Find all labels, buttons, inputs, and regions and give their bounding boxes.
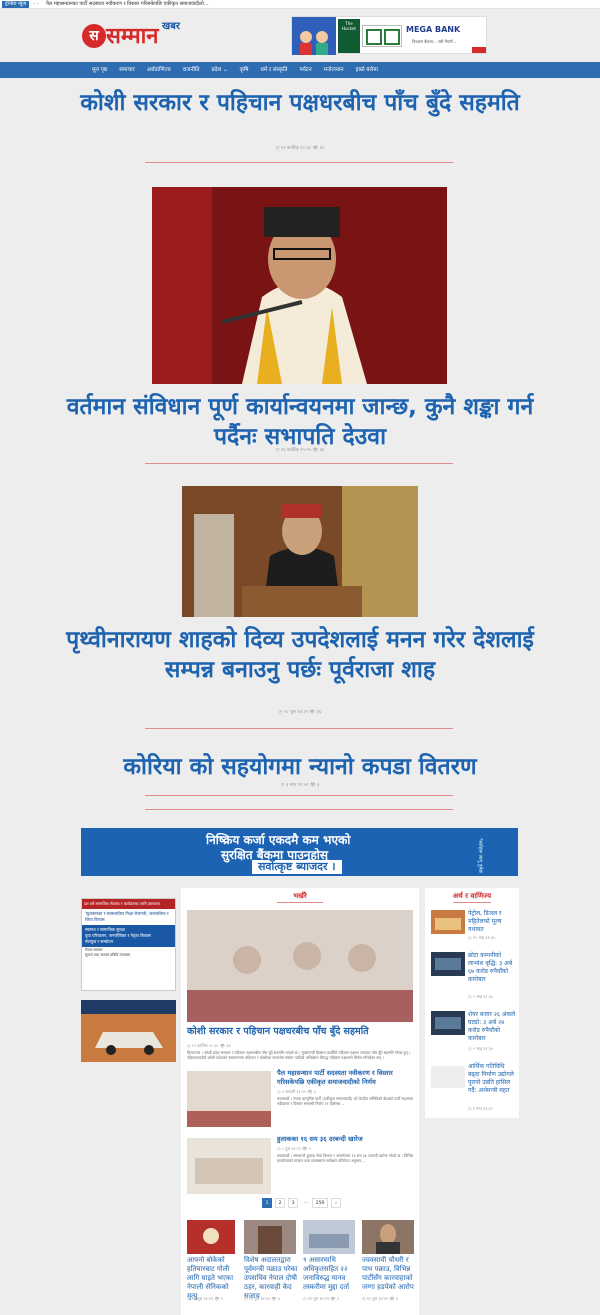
divider (145, 728, 453, 729)
latest-item-excerpt: काठमाडौं । नेपाल कम्युनिष्ट पार्टी (एकीक… (277, 1096, 413, 1106)
latest-feature-excerpt: विराटनगर । कोशी प्रदेश सरकार र पहिचान पक… (187, 1050, 411, 1060)
latest-feature-meta: ◷ २२ कार्तिक १८:४८ 👁 ३४ (187, 1043, 231, 1048)
business-meta: ◷ ५ भाद्र १२:३० (468, 994, 494, 999)
latest-item-title[interactable]: पैल महासन्धान पार्टी सदस्यता नवीकरण र वि… (277, 1069, 413, 1086)
latest-item-image[interactable] (187, 1071, 271, 1127)
logo-name: सम्मान (106, 24, 159, 49)
side-ad-point-3: सेलफुड र सम्बोधन (85, 939, 114, 944)
nav-item-4[interactable]: राजनीति (177, 62, 206, 78)
card-image[interactable] (187, 1220, 235, 1254)
ticker-bar: ट्रेन्डिङ न्युज ‹ › पैल महासन्धानका पार्… (0, 0, 600, 9)
nav-item-5[interactable]: प्रदेश ⌄ (205, 62, 233, 78)
business-title[interactable]: शेयर बजार २६ अंकले घट्यो: ३ अर्ब २४ करोड… (468, 1011, 516, 1043)
page-2-button[interactable]: 2 (275, 1198, 285, 1208)
page-ellipsis: ... (303, 1200, 309, 1205)
card-title[interactable]: ज्ववसायी चौधरी र पाथ पक्राउ, विभिन्न पार… (362, 1256, 416, 1292)
page-1-button[interactable]: 1 (262, 1198, 272, 1208)
business-title[interactable]: छोटा कम्पनीको लाभांश बृद्धि: ३ अर्ब ६७ क… (468, 952, 516, 984)
ad-children-image (292, 17, 336, 55)
article-title-2[interactable]: वर्तमान संविधान पूर्ण कार्यान्वयनमा जान्… (60, 392, 540, 452)
main-nav: मूल पृष्ठ समाचार अर्थवाणिज्य राजनीति प्रदेश … (0, 62, 600, 78)
nav-item-7[interactable]: धर्म र संस्कृति (254, 62, 293, 78)
nepal-flag-icon (472, 47, 486, 53)
business-image[interactable] (431, 1066, 465, 1088)
divider (145, 162, 453, 163)
card-title[interactable]: विशेष अदालतद्वारा पूर्वमन्त्री पक्राउ पर… (244, 1256, 298, 1301)
latest-item-meta: ◷ १ जनवरी ११:२५ 👁 ३ (277, 1089, 316, 1094)
nav-item-6[interactable]: कृषि (234, 62, 255, 78)
divider (145, 463, 453, 464)
article-image-2[interactable] (152, 187, 447, 384)
business-image[interactable] (431, 952, 465, 976)
ad-badge: The Hucket (338, 19, 360, 53)
card-title[interactable]: ९ असारमाथि अधिकृतसहित २२ जनाविरुद्ध मानव… (303, 1256, 357, 1292)
side-ad-government[interactable]: दश वर्षे सामाजिक सेवाका र कार्यक्रमका ला… (81, 898, 176, 991)
card-image[interactable] (362, 1220, 414, 1254)
divider (145, 795, 453, 796)
latest-item-meta: ◷ ८ पुस १४:२२ 👁 २ (277, 1146, 311, 1151)
business-meta: ◷ १९ भाद्र ११:३५ (468, 935, 496, 940)
business-meta: ◷ १ माघ ११:१२ (468, 1106, 493, 1111)
nav-item-10[interactable]: हाम्रो बारेमा (350, 62, 384, 78)
card-image[interactable] (244, 1220, 296, 1254)
business-title[interactable]: आर्थिक गतिविधि बढ्दा निर्माण उद्योगले पु… (468, 1063, 516, 1095)
nav-item-1[interactable]: मूल पृष्ठ (86, 62, 113, 78)
business-image[interactable] (431, 910, 465, 934)
divider (145, 809, 453, 810)
nav-item-3[interactable]: अर्थवाणिज्य (141, 62, 177, 78)
logo-sub: खबर (162, 21, 180, 32)
business-heading: अर्थ र वाणिज्य (452, 892, 492, 900)
card-meta: ◷ ११ पुस १४:१९ 👁 २ (187, 1296, 223, 1301)
page-3-button[interactable]: 3 (288, 1198, 298, 1208)
ad-bank-name: MEGA BANK (406, 25, 461, 34)
side-ad-car[interactable] (81, 1000, 176, 1062)
business-title[interactable]: पेट्रोल, डिजल र मट्टितेलको मूल्य यथावत (468, 910, 516, 934)
article-title-1[interactable]: कोशी सरकार र पहिचान पक्षधरबीच पाँच बुँदे… (60, 88, 540, 118)
latest-item-image[interactable] (187, 1138, 271, 1194)
ticker-arrows[interactable]: ‹ › (33, 0, 39, 9)
article-meta-2: ◷ २६ कार्तिक १५:२५ 👁 ३६ (275, 448, 325, 453)
side-ad-bottom: नेपाल सरकार सूचना तथा सञ्चार प्रविधि मन्… (85, 948, 131, 957)
wide-bank-ad[interactable]: निष्क्रिय कर्जा एकदमै कम भएको सुरक्षित ब… (81, 828, 518, 876)
latest-item-excerpt: काठमाडौं । सरकारले हुलाक सेवा विभाग र अन… (277, 1153, 413, 1163)
card-meta: ◷ ११ पुस १४:१९ 👁 ३ (362, 1296, 398, 1301)
ticker-label: ट्रेन्डिङ न्युज (2, 1, 30, 8)
logo-mark-icon: स (82, 24, 106, 48)
ticker-headline[interactable]: पैल महासन्धानका पार्टी सदस्यता नवीकरण र … (46, 0, 209, 9)
nav-item-2[interactable]: समाचार (113, 62, 141, 78)
wide-ad-note: *सर्तहरू लागू हुनेछ (477, 838, 483, 873)
latest-feature-title[interactable]: कोशी सरकार र पहिचान पक्षधरबीच पाँच बुँदे… (187, 1026, 413, 1038)
latest-feature-image[interactable] (187, 910, 413, 1022)
wide-ad-line-3: सर्वोत्कृष्ट ब्याजदर । (252, 860, 342, 874)
ad-qr-box (362, 25, 402, 47)
page-next-button[interactable]: › (331, 1198, 341, 1208)
article-title-4[interactable]: कोरिया को सहयोगमा न्यानो कपडा वितरण (60, 752, 540, 782)
article-meta-1: ◷ २२ कार्तिक १८:४८ 👁 ३५ (275, 146, 325, 151)
business-meta: ◷ ५ भाद्र १२:३० (468, 1046, 494, 1051)
site-logo[interactable]: स सम्मान खबर (82, 18, 192, 54)
latest-item-title[interactable]: हुलाकका १६ सय ३६ दरबन्दी खारेज (277, 1135, 413, 1144)
card-image[interactable] (303, 1220, 355, 1254)
page-last-button[interactable]: 259 (312, 1198, 328, 1208)
business-image[interactable] (431, 1011, 465, 1035)
nav-item-8[interactable]: पर्यटन (294, 62, 318, 78)
ad-bank-slogan: विश्वास बैंकमा... सधैं मेगामै... (412, 39, 457, 44)
article-image-3[interactable] (182, 486, 418, 617)
side-ad-quote: 'सुशासनका र स्वास्थ्यकिय गिक्षा रोजगारी,… (85, 911, 169, 922)
article-meta-3: ◷ २८ पुस १४:३२ 👁 ३६ (278, 710, 322, 715)
card-title[interactable]: आफ्नो बोकेको हतियारबाट गोली लागि घाइते भ… (187, 1256, 237, 1301)
header-banner-ad[interactable]: The Hucket MEGA BANK विश्वास बैंकमा... स… (291, 16, 487, 55)
side-ad-top: दश वर्षे सामाजिक सेवाका र कार्यक्रमका ला… (82, 899, 175, 909)
article-meta-4: ◷ ३ माघ ११:५१ 👁 ३ (280, 783, 320, 788)
latest-heading: भर्खरै (293, 892, 307, 900)
article-title-3[interactable]: पृथ्वीनारायण शाहको दिव्य उपदेशलाई मनन गर… (60, 625, 540, 685)
card-meta: ◷ ११ पुस १४:१९ 👁 ३ (303, 1296, 339, 1301)
nav-item-9[interactable]: मनोरञ्जन (318, 62, 350, 78)
card-meta: ◷ ११ पुस १४:१९ 👁 ४ (244, 1296, 280, 1301)
